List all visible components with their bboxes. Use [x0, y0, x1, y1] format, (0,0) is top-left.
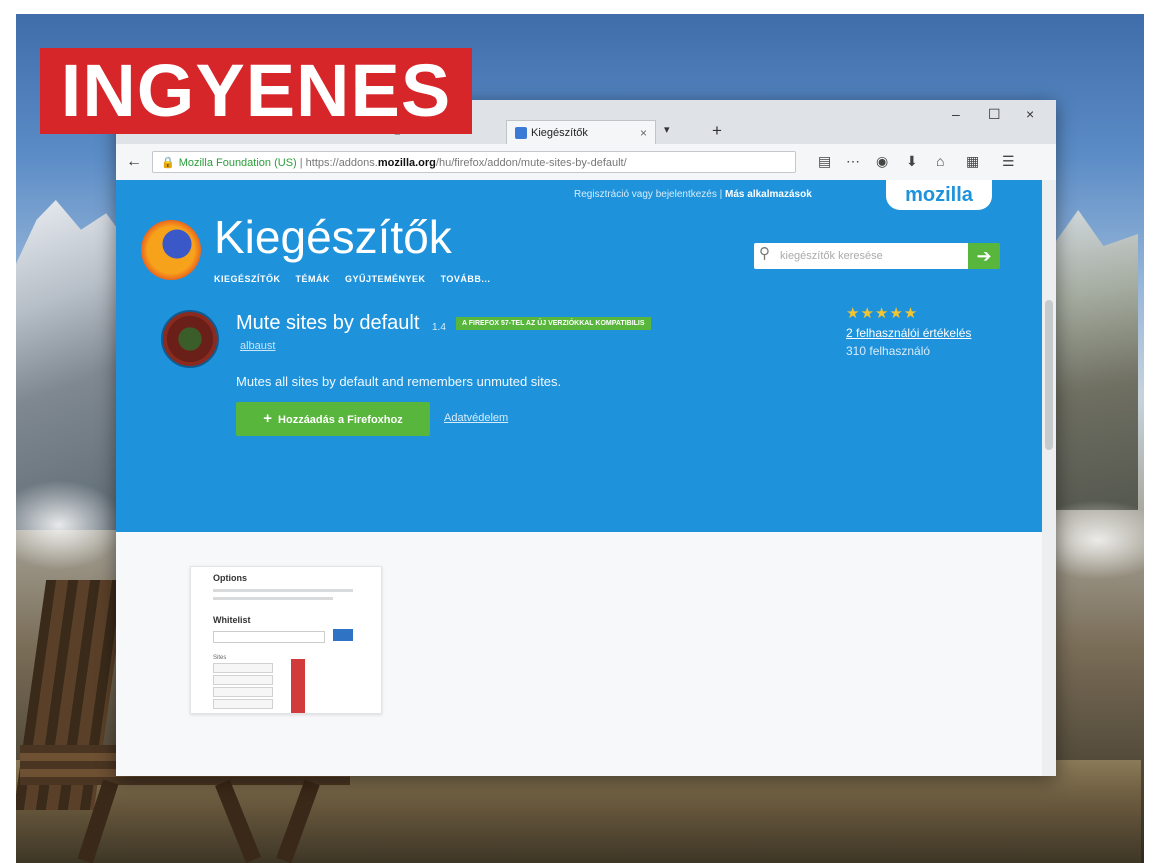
desktop-clouds-left [15, 480, 125, 570]
preview-row [213, 675, 273, 685]
addon-description: Mutes all sites by default and remembers… [236, 374, 562, 389]
preview-section: Whitelist [213, 615, 251, 625]
library-icon[interactable]: ▦ [966, 153, 979, 170]
menu-icon[interactable]: ☰ [1002, 153, 1015, 170]
ingyenes-badge: INGYENES [40, 48, 472, 134]
browser-window: ■ × Kiegészítők × ▾ + – ☐ × ← 🔒Mozilla F… [116, 100, 1056, 776]
add-button-label: Hozzáadás a Firefoxhoz [278, 414, 403, 426]
firefox-logo-icon[interactable] [141, 220, 201, 280]
photo-border [0, 0, 16, 863]
preview-label: Sites [213, 655, 227, 661]
maximize-button[interactable]: ☐ [988, 106, 1001, 123]
preview-delete-column [291, 659, 305, 713]
search-button[interactable]: ➔ [968, 243, 1000, 269]
url-secure-text: Mozilla Foundation (US) [178, 157, 297, 169]
privacy-link[interactable]: Adatvédelem [444, 412, 508, 424]
home-icon[interactable]: ⌂ [936, 153, 944, 169]
subnav-addons[interactable]: KIEGÉSZÍTŐK [214, 274, 281, 284]
addon-name: Mute sites by default [236, 312, 420, 334]
photo-border [1144, 0, 1156, 863]
new-tab-button[interactable]: + [712, 121, 722, 141]
lock-icon: 🔒 [161, 157, 175, 169]
reviews-link[interactable]: 2 felhasználói értékelés [846, 326, 971, 340]
navigation-toolbar: ← 🔒 Mozilla Foundation (US) | https://add… [116, 144, 1056, 181]
preview-line [213, 589, 353, 592]
top-nav-separator: | [719, 189, 723, 200]
user-count: 310 felhasználó [846, 344, 931, 358]
reader-view-icon[interactable]: ▤ [818, 153, 831, 170]
minimize-button[interactable]: – [952, 106, 960, 122]
compatibility-badge: A FIREFOX 57-TEL AZ ÚJ VERZIÓKKAL KOMPAT… [456, 317, 651, 330]
close-tab-icon[interactable]: × [640, 126, 647, 140]
screenshot-preview[interactable]: Options Whitelist Sites [190, 566, 382, 714]
url-path: /hu/firefox/addon/mute-sites-by-default/ [435, 157, 627, 169]
sub-navigation: KIEGÉSZÍTŐK TÉMÁK GYŰJTEMÉNYEK TOVÁBB... [214, 274, 502, 284]
preview-input [213, 631, 325, 643]
preview-row [213, 699, 273, 709]
photo-border [0, 0, 1156, 14]
addon-hero: Regisztráció vagy bejelentkezés | Más al… [116, 180, 1042, 532]
addons-favicon-icon [515, 126, 527, 139]
preview-row [213, 687, 273, 697]
plus-icon: + [263, 410, 273, 427]
addon-version: 1.4 [432, 322, 446, 333]
top-nav: Regisztráció vagy bejelentkezés | Más al… [574, 189, 812, 200]
page-scrollbar[interactable] [1042, 180, 1056, 776]
addon-icon [161, 310, 219, 368]
subnav-themes[interactable]: TÉMÁK [296, 274, 331, 284]
back-button-icon[interactable]: ← [126, 153, 142, 171]
url-bar[interactable]: 🔒 Mozilla Foundation (US) | https://addon… [152, 151, 796, 173]
page-content: Regisztráció vagy bejelentkezés | Más al… [116, 180, 1042, 776]
rating-stars: ★★★★★ [846, 305, 919, 322]
preview-line [213, 597, 333, 600]
author-link[interactable]: albaust [240, 340, 275, 352]
other-apps-link[interactable]: Más alkalmazások [725, 189, 812, 200]
tab-label: Kiegészítők [531, 126, 588, 139]
url-domain: mozilla.org [377, 157, 436, 169]
search-input[interactable]: kiegészítők keresése [754, 243, 970, 269]
url-prefix: | https://addons. [296, 157, 378, 169]
subnav-collections[interactable]: GYŰJTEMÉNYEK [345, 274, 426, 284]
preview-button [333, 629, 353, 641]
preview-title: Options [213, 573, 247, 583]
page-title[interactable]: Kiegészítők [214, 210, 452, 264]
subnav-more[interactable]: TOVÁBB... [441, 274, 491, 284]
tab-list-icon[interactable]: ▾ [664, 123, 670, 136]
scrollbar-thumb[interactable] [1045, 300, 1053, 450]
preview-row [213, 663, 273, 673]
add-to-firefox-button[interactable]: + Hozzáadás a Firefoxhoz [236, 402, 430, 436]
search-icon: ⚲ [759, 245, 770, 262]
close-window-button[interactable]: × [1026, 106, 1034, 122]
tab-kiegeszitok[interactable]: Kiegészítők × [506, 120, 656, 144]
page-actions-icon[interactable]: ⋯ [846, 153, 860, 170]
pocket-icon[interactable]: ◉ [876, 153, 888, 170]
mozilla-logo[interactable]: mozilla [886, 180, 992, 210]
login-link[interactable]: Regisztráció vagy bejelentkezés [574, 189, 717, 200]
download-icon[interactable]: ⬇ [906, 153, 918, 170]
